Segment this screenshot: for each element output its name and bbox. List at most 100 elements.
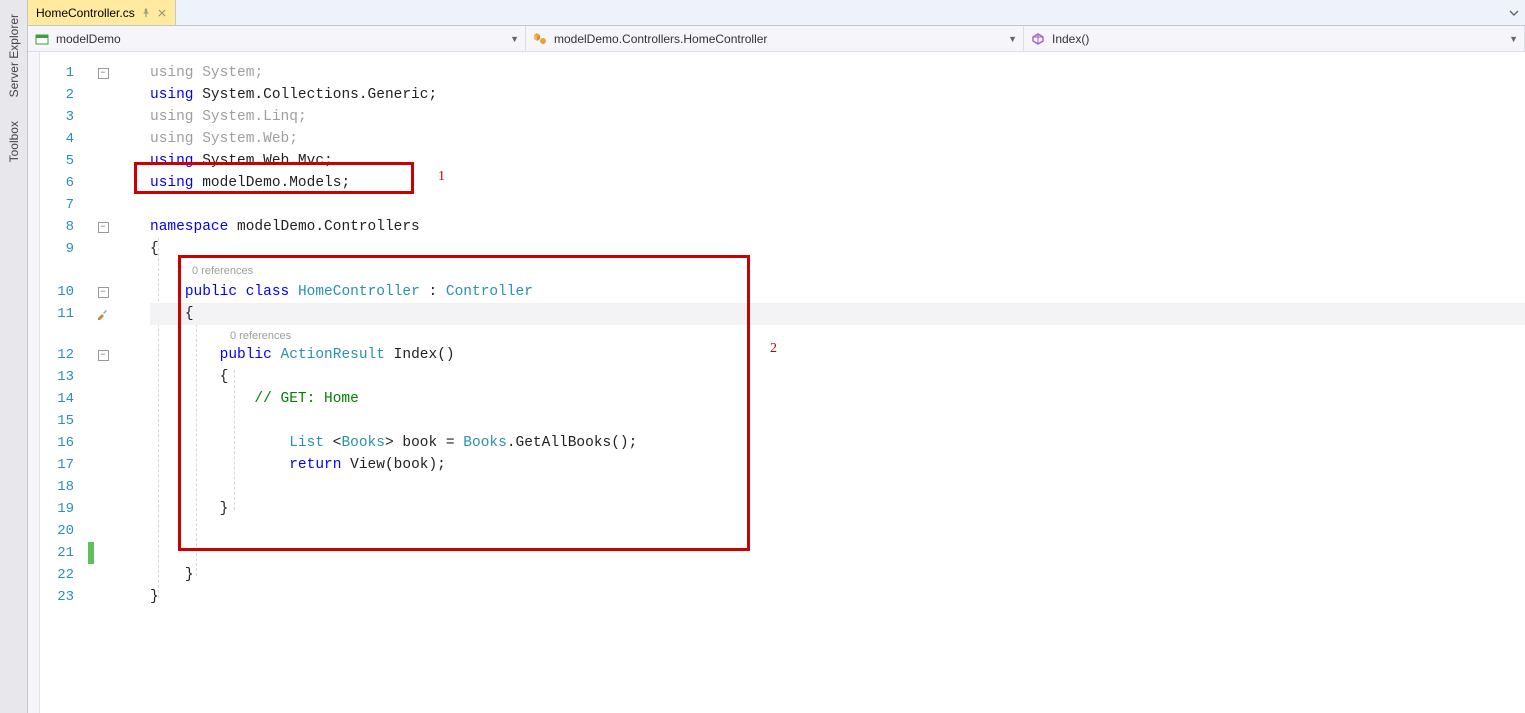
- chevron-down-icon: ▼: [1509, 34, 1518, 44]
- nav-member-label: Index(): [1052, 32, 1503, 46]
- change-indicator: [88, 150, 94, 172]
- quick-actions-icon[interactable]: [96, 307, 110, 329]
- change-indicator: [88, 194, 94, 216]
- change-indicator: [88, 476, 94, 498]
- code-line: }: [150, 498, 1525, 520]
- gutter-row: 3: [40, 106, 150, 128]
- editor-margin: [28, 52, 40, 713]
- line-number: 4: [40, 128, 88, 150]
- gutter-row: 18: [40, 476, 150, 498]
- class-icon: [532, 31, 548, 47]
- change-indicator: [88, 366, 94, 388]
- change-indicator: [88, 432, 94, 454]
- codelens-class[interactable]: 0 references: [192, 260, 253, 282]
- fold-toggle[interactable]: −: [94, 287, 112, 298]
- line-number: 12: [40, 344, 88, 366]
- line-number: 13: [40, 366, 88, 388]
- fold-toggle[interactable]: −: [94, 222, 112, 233]
- code-line: }: [150, 564, 1525, 586]
- line-number: 16: [40, 432, 88, 454]
- fold-toggle[interactable]: −: [94, 68, 112, 79]
- code-line: List <Books> book = Books.GetAllBooks();: [150, 432, 1525, 454]
- line-number: 20: [40, 520, 88, 542]
- gutter-row: 4: [40, 128, 150, 150]
- nav-project-label: modelDemo: [56, 32, 504, 46]
- code-line: namespace modelDemo.Controllers: [150, 216, 1525, 238]
- code-line: using System.Linq;: [150, 106, 1525, 128]
- method-icon: [1030, 31, 1046, 47]
- code-line: public class HomeController : Controller: [150, 281, 1525, 303]
- nav-project-dropdown[interactable]: modelDemo ▼: [28, 26, 526, 51]
- line-number: 23: [40, 586, 88, 608]
- line-number: 18: [40, 476, 88, 498]
- change-indicator: [88, 128, 94, 150]
- gutter-row: 1−: [40, 62, 150, 84]
- code-line: return View(book);: [150, 454, 1525, 476]
- pin-icon[interactable]: [141, 8, 151, 18]
- change-indicator: [88, 520, 94, 542]
- code-line: using System.Web;: [150, 128, 1525, 150]
- nav-class-dropdown[interactable]: modelDemo.Controllers.HomeController ▼: [526, 26, 1024, 51]
- close-icon[interactable]: [157, 8, 167, 18]
- toolbox-tab[interactable]: Toolbox: [3, 111, 25, 172]
- gutter-row: 20: [40, 520, 150, 542]
- minus-icon: −: [98, 287, 109, 298]
- document-tab-title: HomeController.cs: [36, 6, 135, 20]
- change-indicator: [88, 586, 94, 608]
- line-number: 10: [40, 281, 88, 303]
- line-number: 17: [40, 454, 88, 476]
- code-line: using modelDemo.Models;: [150, 172, 1525, 194]
- line-number: 22: [40, 564, 88, 586]
- chevron-down-icon: ▼: [510, 34, 519, 44]
- line-number: 3: [40, 106, 88, 128]
- server-explorer-tab[interactable]: Server Explorer: [3, 4, 25, 107]
- gutter-row: 21: [40, 542, 150, 564]
- line-number: 8: [40, 216, 88, 238]
- line-number: 9: [40, 238, 88, 260]
- gutter-row: 19: [40, 498, 150, 520]
- line-number: 1: [40, 62, 88, 84]
- change-indicator: [88, 84, 94, 106]
- code-line: using System.Web.Mvc;: [150, 150, 1525, 172]
- gutter-row: 5: [40, 150, 150, 172]
- minus-icon: −: [98, 68, 109, 79]
- change-indicator: [88, 303, 94, 325]
- gutter-row: 23: [40, 586, 150, 608]
- change-indicator: [88, 238, 94, 260]
- nav-member-dropdown[interactable]: Index() ▼: [1024, 26, 1525, 51]
- code-line: {: [150, 303, 1525, 325]
- gutter-row: 10−: [40, 281, 150, 303]
- nav-class-label: modelDemo.Controllers.HomeController: [554, 32, 1002, 46]
- fold-toggle[interactable]: −: [94, 350, 112, 361]
- gutter-row: 6: [40, 172, 150, 194]
- code-area[interactable]: using System; using System.Collections.G…: [150, 52, 1525, 713]
- line-number: 11: [40, 303, 88, 325]
- code-line: public ActionResult Index(): [150, 344, 1525, 366]
- minus-icon: −: [98, 350, 109, 361]
- line-number: 6: [40, 172, 88, 194]
- line-number: 5: [40, 150, 88, 172]
- gutter-row: 9: [40, 238, 150, 260]
- gutter-row: 8−: [40, 216, 150, 238]
- code-editor[interactable]: 1−2345678−910−1112−131415161718192021222…: [28, 52, 1525, 713]
- code-line: using System;: [150, 62, 1525, 84]
- chevron-down-icon: [1509, 8, 1519, 18]
- change-indicator: [88, 106, 94, 128]
- gutter-row: 16: [40, 432, 150, 454]
- editor-gutter: 1−2345678−910−1112−131415161718192021222…: [40, 52, 150, 713]
- code-line: {: [150, 238, 1525, 260]
- tab-overflow-chevron[interactable]: [1503, 0, 1525, 25]
- change-indicator: [88, 410, 94, 432]
- change-indicator: [88, 564, 94, 586]
- gutter-row: 22: [40, 564, 150, 586]
- gutter-row: 15: [40, 410, 150, 432]
- change-indicator: [88, 172, 94, 194]
- line-number: 14: [40, 388, 88, 410]
- code-line: using System.Collections.Generic;: [150, 84, 1525, 106]
- gutter-row: 17: [40, 454, 150, 476]
- collapsed-panels-strip: Server Explorer Toolbox: [0, 0, 28, 713]
- gutter-row: 7: [40, 194, 150, 216]
- minus-icon: −: [98, 222, 109, 233]
- document-tab-homecontroller[interactable]: HomeController.cs: [28, 0, 176, 25]
- gutter-row: 12−: [40, 344, 150, 366]
